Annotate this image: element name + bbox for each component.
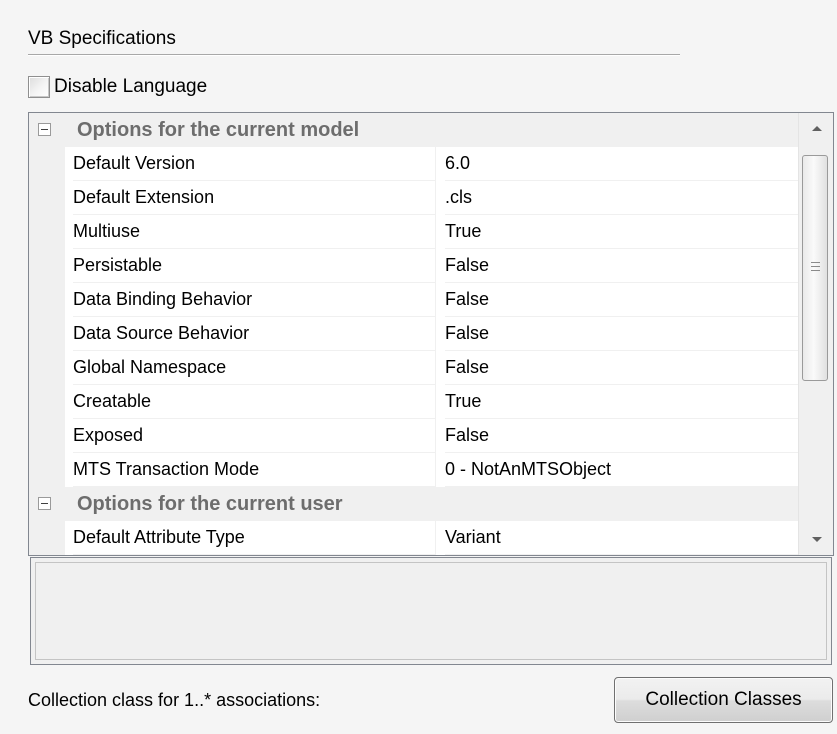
- property-row[interactable]: Data Binding Behavior False: [29, 283, 799, 317]
- collection-class-label: Collection class for 1..* associations:: [28, 690, 321, 710]
- property-name: Data Binding Behavior: [73, 283, 436, 317]
- property-name: Global Namespace: [73, 351, 436, 385]
- property-value[interactable]: False: [445, 419, 799, 453]
- description-pane: [30, 557, 832, 665]
- collapse-toggle-icon[interactable]: [38, 497, 51, 510]
- property-row[interactable]: Data Source Behavior False: [29, 317, 799, 351]
- property-value[interactable]: 0 - NotAnMTSObject: [445, 453, 799, 487]
- property-name: Default Version: [73, 147, 436, 181]
- group-title: VB Specifications: [28, 28, 176, 49]
- property-name: Default Attribute Type: [73, 521, 436, 555]
- property-value[interactable]: Variant: [445, 521, 799, 555]
- category-label: Options for the current user: [77, 493, 343, 515]
- property-row[interactable]: Default Attribute Type Variant: [29, 521, 799, 555]
- property-grid-rows: Options for the current model Default Ve…: [29, 113, 799, 555]
- scrollbar-thumb[interactable]: [802, 155, 828, 381]
- property-row[interactable]: MTS Transaction Mode 0 - NotAnMTSObject: [29, 453, 799, 487]
- property-value[interactable]: False: [445, 317, 799, 351]
- property-row[interactable]: Exposed False: [29, 419, 799, 453]
- property-row[interactable]: Default Extension .cls: [29, 181, 799, 215]
- property-name: Default Extension: [73, 181, 436, 215]
- property-row[interactable]: Multiuse True: [29, 215, 799, 249]
- collapse-toggle-icon[interactable]: [38, 123, 51, 136]
- property-value[interactable]: False: [445, 351, 799, 385]
- property-name: Exposed: [73, 419, 436, 453]
- property-value[interactable]: False: [445, 283, 799, 317]
- property-value[interactable]: False: [445, 249, 799, 283]
- property-name: Creatable: [73, 385, 436, 419]
- property-row[interactable]: Creatable True: [29, 385, 799, 419]
- property-value[interactable]: 6.0: [445, 147, 799, 181]
- category-row-user[interactable]: Options for the current user: [29, 487, 799, 521]
- collection-classes-button[interactable]: Collection Classes: [614, 677, 833, 723]
- group-separator: [28, 54, 680, 56]
- property-row[interactable]: Default Version 6.0: [29, 147, 799, 181]
- property-value[interactable]: True: [445, 215, 799, 249]
- property-name: Persistable: [73, 249, 436, 283]
- disable-language-label[interactable]: Disable Language: [54, 76, 207, 98]
- scroll-down-arrow-icon[interactable]: [812, 537, 822, 542]
- property-name: Multiuse: [73, 215, 436, 249]
- scroll-up-arrow-icon[interactable]: [812, 126, 822, 131]
- property-value[interactable]: True: [445, 385, 799, 419]
- category-row-model[interactable]: Options for the current model: [29, 113, 799, 147]
- property-name: MTS Transaction Mode: [73, 453, 436, 487]
- property-row[interactable]: Persistable False: [29, 249, 799, 283]
- property-row[interactable]: Global Namespace False: [29, 351, 799, 385]
- property-name: Data Source Behavior: [73, 317, 436, 351]
- property-value[interactable]: .cls: [445, 181, 799, 215]
- category-label: Options for the current model: [77, 119, 360, 141]
- vertical-scrollbar[interactable]: [798, 113, 833, 555]
- disable-language-checkbox[interactable]: [28, 76, 50, 98]
- property-grid[interactable]: Options for the current model Default Ve…: [28, 112, 834, 556]
- disable-language-option[interactable]: Disable Language: [28, 72, 207, 102]
